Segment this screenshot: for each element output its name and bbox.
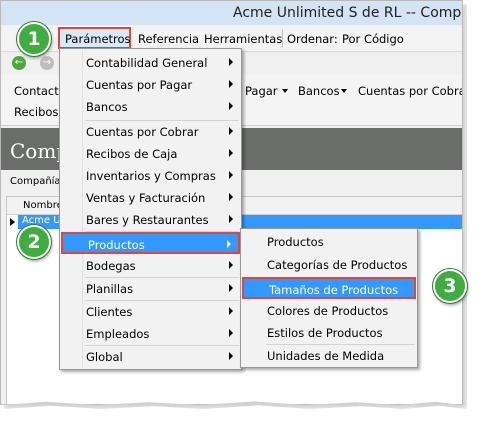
menu-divider xyxy=(282,29,283,47)
menu-item-cuentas-por-cobrar[interactable]: Cuentas por Cobrar xyxy=(61,121,240,142)
menu-item-productos[interactable]: Productos xyxy=(61,232,240,254)
submenu-item-unidades-de-medida[interactable]: Unidades de Medida xyxy=(242,345,416,366)
step-2-badge: 2 xyxy=(17,225,51,259)
menu-item-bancos[interactable]: Bancos xyxy=(61,96,240,117)
step-1-badge: 1 xyxy=(17,22,51,56)
back-arrow-icon[interactable]: ← xyxy=(12,56,26,70)
productos-submenu: Productos Categorías de Productos Tamaño… xyxy=(240,228,418,368)
submenu-arrow-icon xyxy=(229,102,233,110)
menu-item-recibos-de-caja[interactable]: Recibos de Caja xyxy=(61,143,240,164)
submenu-arrow-icon xyxy=(229,284,233,292)
window-title: Acme Unlimited S de RL -- Comp xyxy=(233,5,462,21)
chevron-down-icon xyxy=(341,89,347,93)
submenu-arrow-icon xyxy=(229,149,233,157)
menu-herramientas[interactable]: Herramientas xyxy=(204,32,282,46)
menu-item-inventarios-y-compras[interactable]: Inventarios y Compras xyxy=(61,165,240,186)
menu-item-ventas-y-facturacion[interactable]: Ventas y Facturación xyxy=(61,187,240,208)
menu-referencia[interactable]: Referencia xyxy=(138,32,199,46)
menu-item-bodegas[interactable]: Bodegas xyxy=(61,255,240,276)
menu-parametros[interactable]: Parámetros xyxy=(65,32,131,46)
toolbar-pagar[interactable]: Pagar xyxy=(245,84,278,98)
submenu-arrow-icon xyxy=(229,329,233,337)
submenu-item-categorias-de-productos[interactable]: Categorías de Productos xyxy=(242,254,416,275)
menu-item-global[interactable]: Global xyxy=(61,346,240,367)
submenu-arrow-icon xyxy=(229,58,233,66)
submenu-item-productos[interactable]: Productos xyxy=(242,231,416,252)
submenu-arrow-icon xyxy=(229,80,233,88)
toolbar-bancos[interactable]: Bancos xyxy=(298,84,340,98)
submenu-arrow-icon xyxy=(229,171,233,179)
menu-item-clientes[interactable]: Clientes xyxy=(61,301,240,322)
forward-arrow-icon[interactable]: → xyxy=(40,56,54,70)
ordenar-label: Ordenar: xyxy=(287,32,338,46)
ordenar-value[interactable]: Por Código xyxy=(342,32,404,46)
menu-item-contabilidad-general[interactable]: Contabilidad General xyxy=(61,52,240,73)
section-label: Compañía xyxy=(10,176,61,187)
row-cell-name: Acme Ul xyxy=(22,215,64,226)
grid-column-nombre[interactable]: Nombre xyxy=(23,200,63,211)
menu-item-cuentas-por-pagar[interactable]: Cuentas por Pagar xyxy=(61,74,240,95)
menu-item-bares-y-restaurantes[interactable]: Bares y Restaurantes xyxy=(61,209,240,230)
parametros-menu: Contabilidad General Cuentas por Pagar B… xyxy=(59,48,242,370)
submenu-arrow-icon xyxy=(229,193,233,201)
submenu-item-tamanos-de-productos[interactable]: Tamaños de Productos xyxy=(242,277,416,299)
submenu-arrow-icon xyxy=(229,352,233,360)
submenu-arrow-icon xyxy=(229,307,233,315)
submenu-arrow-icon xyxy=(229,261,233,269)
toolbar-contacto[interactable]: Contacto xyxy=(14,84,66,98)
submenu-item-colores-de-productos[interactable]: Colores de Productos xyxy=(242,300,416,321)
menu-item-empleados[interactable]: Empleados xyxy=(61,323,240,344)
submenu-arrow-icon xyxy=(227,240,231,248)
step-3-badge: 3 xyxy=(433,269,467,303)
submenu-item-estilos-de-productos[interactable]: Estilos de Productos xyxy=(242,322,416,343)
row-pointer-icon xyxy=(10,218,15,226)
chevron-down-icon xyxy=(282,89,288,93)
toolbar-cuentas-por-cobrar[interactable]: Cuentas por Cobrar xyxy=(358,84,462,98)
menu-item-planillas[interactable]: Planillas xyxy=(61,278,240,299)
submenu-arrow-icon xyxy=(229,215,233,223)
submenu-arrow-icon xyxy=(229,127,233,135)
